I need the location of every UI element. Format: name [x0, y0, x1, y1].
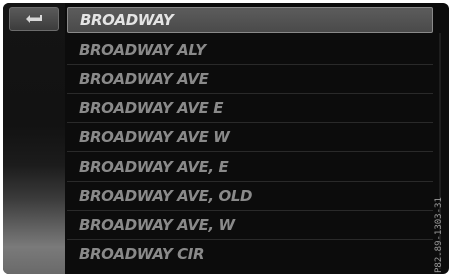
navigation-screen: BROADWAY BROADWAY ALY BROADWAY AVE BROAD… [3, 3, 449, 274]
list-separator [67, 122, 433, 123]
list-item[interactable]: BROADWAY AVE [67, 66, 433, 92]
list-item[interactable]: BROADWAY AVE E [67, 95, 433, 121]
sidebar [3, 3, 65, 274]
list-item[interactable]: BROADWAY ALY [67, 37, 433, 63]
list-item[interactable]: BROADWAY AVE, OLD [67, 183, 433, 209]
list-separator [67, 239, 433, 240]
image-code: P82.89-1303-31 [434, 197, 444, 273]
list-separator [67, 64, 433, 65]
back-button[interactable] [9, 7, 59, 31]
list-separator [67, 151, 433, 152]
list-item[interactable]: BROADWAY CIR [67, 241, 433, 267]
list-item[interactable]: BROADWAY AVE W [67, 124, 433, 150]
list-separator [67, 181, 433, 182]
street-list: BROADWAY BROADWAY ALY BROADWAY AVE BROAD… [67, 3, 435, 274]
list-item[interactable]: BROADWAY [67, 7, 433, 33]
back-arrow-icon [26, 15, 42, 23]
list-item[interactable]: BROADWAY AVE, E [67, 154, 433, 180]
list-separator [67, 93, 433, 94]
list-item[interactable]: BROADWAY AVE, W [67, 212, 433, 238]
list-separator [67, 210, 433, 211]
